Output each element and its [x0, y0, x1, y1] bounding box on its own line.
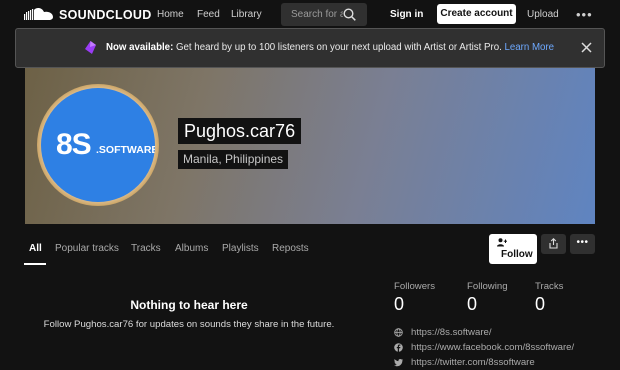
tracks-label[interactable]: Tracks: [535, 281, 563, 292]
banner-lead: Now available:: [106, 42, 174, 53]
user-plus-icon: [497, 238, 507, 247]
close-icon[interactable]: [581, 42, 592, 53]
tab-reposts[interactable]: Reposts: [272, 243, 309, 254]
promo-banner: Now available: Get heard by up to 100 li…: [15, 28, 605, 68]
sign-in-link[interactable]: Sign in: [390, 9, 423, 20]
create-account-button[interactable]: Create account: [437, 4, 516, 24]
twitter-icon: [394, 358, 403, 367]
banner-message: Now available: Get heard by up to 100 li…: [106, 42, 554, 53]
profile-header: 8S .SOFTWARE Pughos.car76 Manila, Philip…: [25, 68, 595, 224]
more-options-icon[interactable]: •••: [576, 7, 593, 22]
twitter-link[interactable]: https://twitter.com/8ssoftware: [394, 357, 535, 368]
search-placeholder: Search for a: [291, 9, 343, 20]
empty-state-subtitle: Follow Pughos.car76 for updates on sound…: [43, 319, 335, 330]
facebook-link-text: https://www.facebook.com/8ssoftware/: [411, 342, 575, 353]
facebook-icon: [394, 343, 403, 352]
following-label[interactable]: Following: [467, 281, 508, 292]
share-button[interactable]: [541, 234, 566, 254]
tab-albums[interactable]: Albums: [175, 243, 208, 254]
globe-icon: [394, 328, 403, 337]
tab-all[interactable]: All: [29, 243, 42, 254]
website-link[interactable]: https://8s.software/: [394, 327, 492, 338]
nav-feed[interactable]: Feed: [197, 9, 220, 20]
tab-playlists[interactable]: Playlists: [222, 243, 259, 254]
search-input[interactable]: Search for a: [281, 3, 367, 26]
tab-popular-tracks[interactable]: Popular tracks: [55, 243, 119, 254]
banner-body: Get heard by up to 100 listeners on your…: [173, 42, 505, 53]
follow-label: Follow: [501, 249, 533, 260]
profile-location: Manila, Philippines: [178, 150, 289, 169]
avatar-image: 8S .SOFTWARE: [41, 88, 155, 202]
followers-label[interactable]: Followers: [394, 281, 435, 292]
avatar-logo-subtext: .SOFTWARE: [96, 144, 155, 156]
tracks-count[interactable]: 0: [535, 294, 545, 315]
search-icon[interactable]: [343, 8, 356, 21]
tab-tracks[interactable]: Tracks: [131, 243, 161, 254]
facebook-link[interactable]: https://www.facebook.com/8ssoftware/: [394, 342, 574, 353]
more-actions-button[interactable]: •••: [570, 234, 595, 254]
empty-state-title: Nothing to hear here: [130, 298, 248, 312]
gem-icon: [85, 41, 96, 54]
website-link-text: https://8s.software/: [411, 327, 492, 338]
share-icon: [549, 238, 558, 249]
twitter-link-text: https://twitter.com/8ssoftware: [411, 357, 535, 368]
avatar-logo-text: 8S: [56, 128, 92, 161]
learn-more-link[interactable]: Learn More: [504, 42, 554, 53]
profile-username: Pughos.car76: [178, 118, 302, 144]
nav-library[interactable]: Library: [231, 9, 262, 20]
soundcloud-cloud-icon: [24, 7, 53, 20]
followers-count[interactable]: 0: [394, 294, 404, 315]
avatar: 8S .SOFTWARE: [37, 84, 159, 206]
top-nav: SOUNDCLOUD Home Feed Library Search for …: [0, 0, 620, 30]
nav-upload[interactable]: Upload: [527, 9, 559, 20]
brand-name: SOUNDCLOUD: [59, 7, 152, 22]
active-tab-indicator: [24, 263, 46, 265]
soundcloud-logo[interactable]: SOUNDCLOUD: [24, 7, 152, 22]
follow-button[interactable]: Follow: [489, 234, 537, 264]
nav-home[interactable]: Home: [157, 9, 184, 20]
following-count[interactable]: 0: [467, 294, 477, 315]
